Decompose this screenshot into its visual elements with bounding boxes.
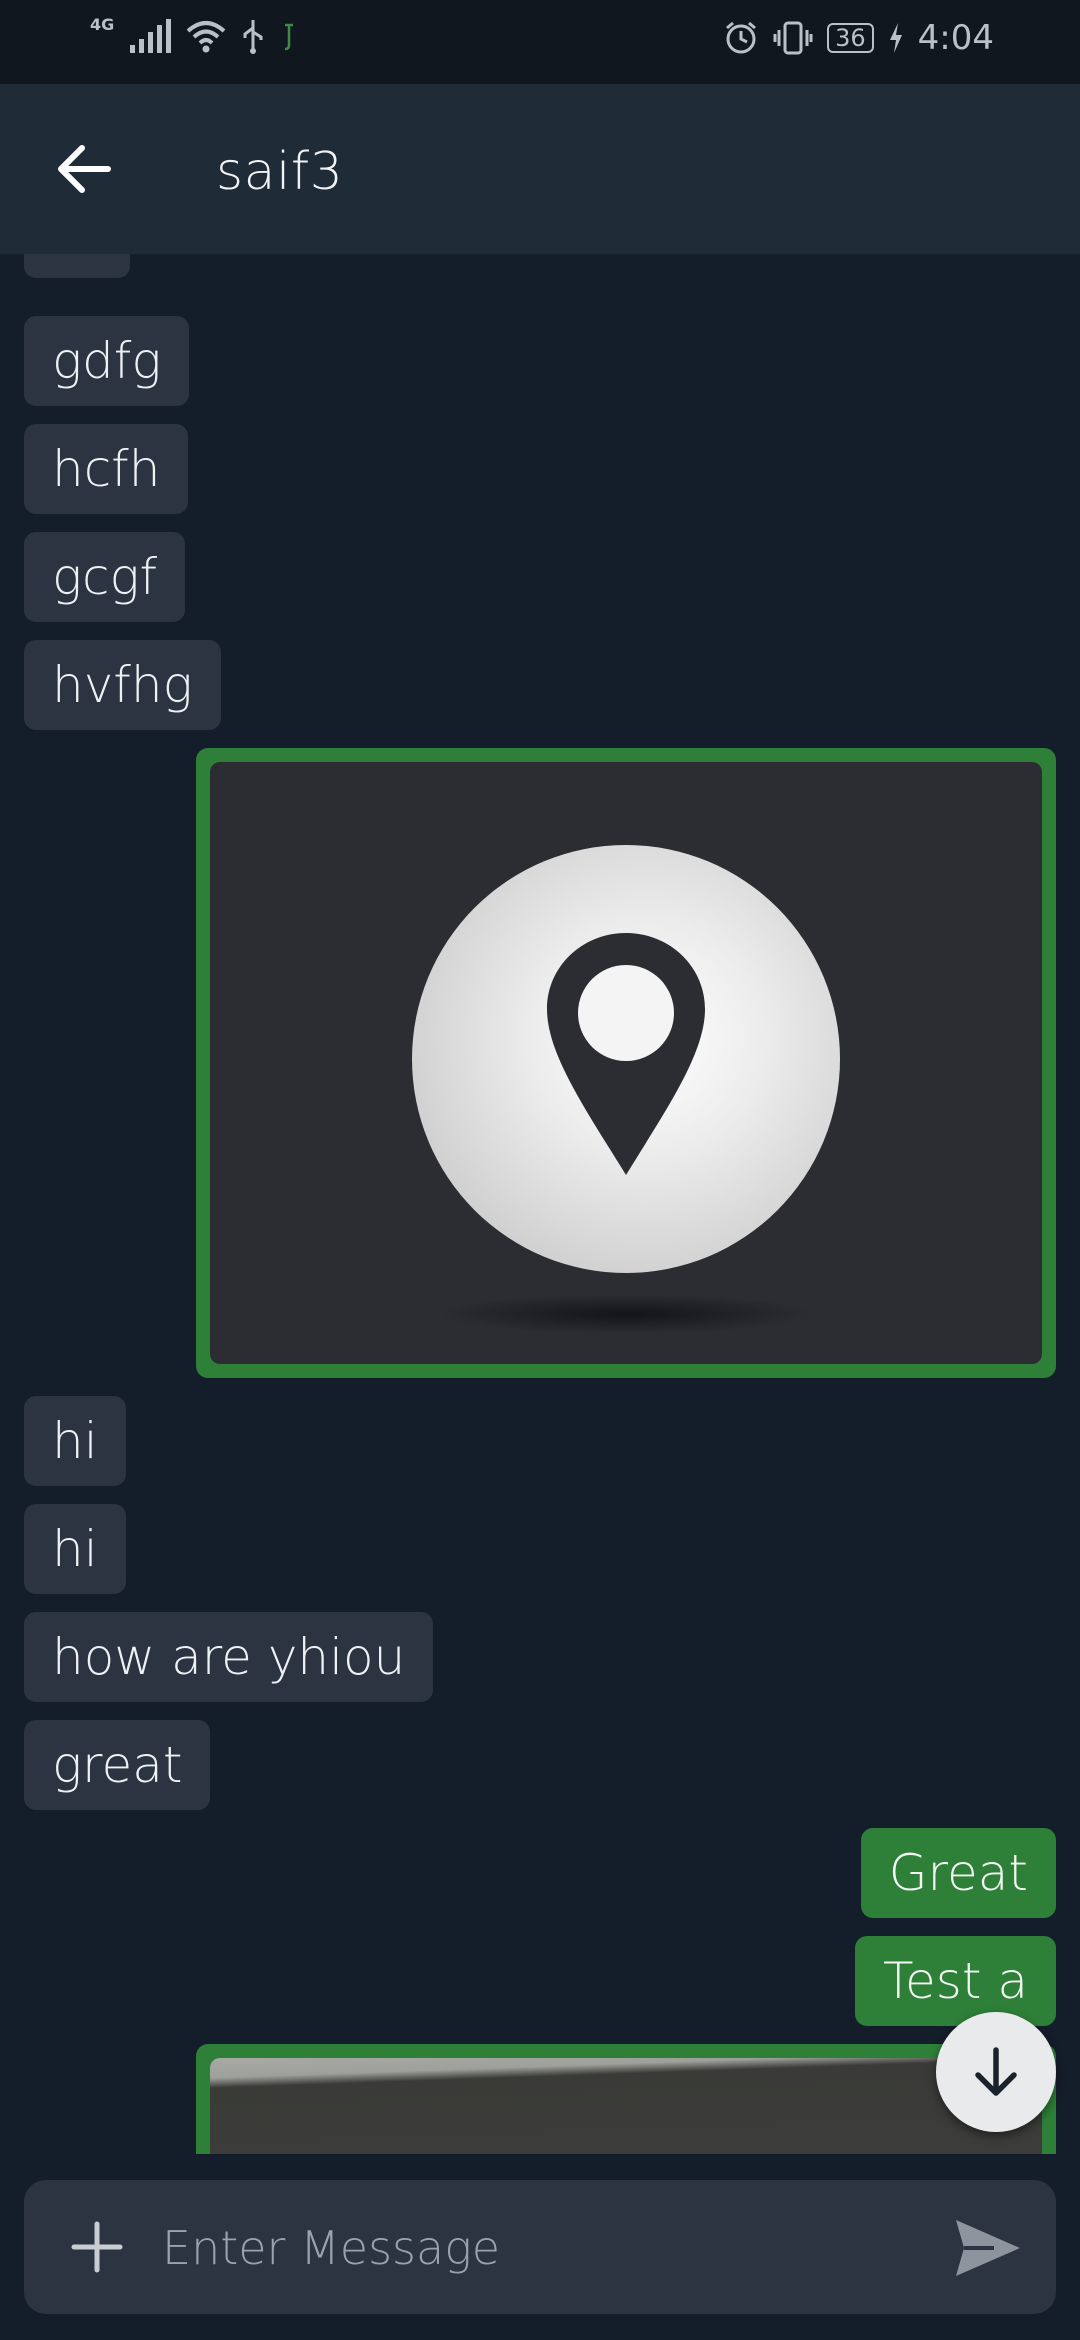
message-bubble[interactable]: gdfg xyxy=(24,316,190,406)
image-preview xyxy=(210,2058,1042,2154)
message-bubble[interactable]: hi xyxy=(24,1504,126,1594)
message-bubble[interactable]: great xyxy=(24,1720,211,1810)
message-input[interactable] xyxy=(160,2208,944,2288)
plus-icon xyxy=(71,2221,123,2273)
scroll-to-bottom-button[interactable] xyxy=(936,2012,1056,2132)
arrow-left-icon xyxy=(58,145,111,193)
composer-bar xyxy=(0,2154,1080,2340)
signal-icon xyxy=(130,19,172,53)
message-bubble-sent[interactable]: Test a xyxy=(855,1936,1056,2026)
status-bar: 4G 36 4:04 xyxy=(0,0,1080,84)
pin-shadow xyxy=(436,1294,816,1334)
location-preview xyxy=(210,762,1042,1364)
wifi-icon xyxy=(186,21,226,53)
status-left: 4G xyxy=(90,14,298,54)
message-bubble[interactable]: hi xyxy=(24,1396,126,1486)
image-message[interactable] xyxy=(196,2044,1056,2154)
clock: 4:04 xyxy=(917,18,994,58)
app-notification-icon xyxy=(285,23,294,51)
message-list[interactable]: gdfg hcfh gcgf hvfhg hi hi how are yhiou… xyxy=(0,254,1080,2154)
location-badge xyxy=(412,845,840,1273)
alarm-icon xyxy=(726,21,757,54)
message-bubble-sent[interactable]: Great xyxy=(860,1828,1056,1918)
back-button[interactable] xyxy=(50,134,120,204)
message-bubble[interactable]: hcfh xyxy=(24,424,189,514)
location-message[interactable] xyxy=(196,748,1056,1378)
arrow-down-icon xyxy=(975,2047,1017,2096)
message-bubble[interactable]: how are yhiou xyxy=(24,1612,434,1702)
battery-indicator: 36 xyxy=(827,23,874,53)
send-icon xyxy=(956,2220,1020,2276)
composer xyxy=(24,2180,1056,2314)
attach-button[interactable] xyxy=(64,2214,130,2280)
message-bubble[interactable]: hvfhg xyxy=(24,640,221,730)
status-right: 36 4:04 xyxy=(723,18,994,58)
message-bubble[interactable]: gcgf xyxy=(24,532,186,622)
usb-icon xyxy=(243,20,263,54)
app-bar: saif3 xyxy=(0,84,1080,255)
vibrate-icon xyxy=(773,21,813,55)
chat-title: saif3 xyxy=(216,142,344,202)
charging-icon xyxy=(889,23,902,53)
message-bubble-partial xyxy=(24,254,130,278)
network-type: 4G xyxy=(90,14,115,34)
send-button[interactable] xyxy=(950,2210,1026,2286)
map-pin-icon xyxy=(547,933,705,1175)
